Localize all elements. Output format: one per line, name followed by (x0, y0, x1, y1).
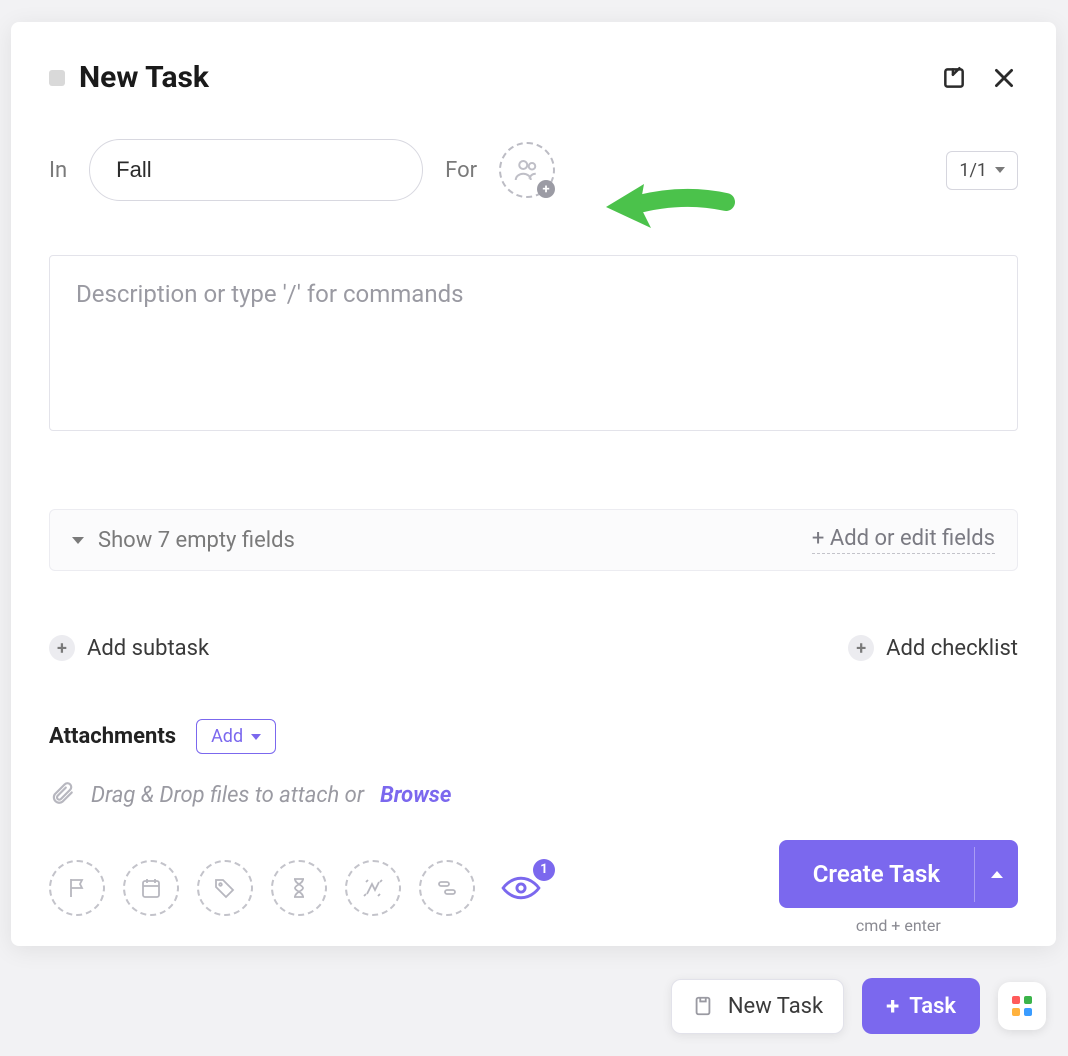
keyboard-hint: cmd + enter (856, 916, 941, 935)
attachment-dropzone[interactable]: Drag & Drop files to attach or Browse (49, 780, 1018, 810)
create-task-dropdown[interactable] (974, 847, 1018, 902)
create-task-wrapper: Create Task cmd + enter (779, 840, 1018, 935)
custom-fields-bar: Show 7 empty fields + Add or edit fields (49, 509, 1018, 571)
in-label: In (49, 158, 67, 183)
task-count-dropdown[interactable]: 1/1 (946, 151, 1018, 190)
attachments-header: Attachments Add (49, 719, 1018, 754)
minimized-task-label: New Task (728, 994, 823, 1019)
app-grid-icon (1012, 996, 1032, 1016)
tags-icon[interactable] (197, 860, 253, 916)
task-options-row: 1 (49, 860, 549, 916)
description-input[interactable] (49, 255, 1018, 431)
task-count-value: 1/1 (959, 160, 987, 181)
new-task-modal: New Task In For + 1/1 Show 7 emp (11, 22, 1056, 946)
task-icon (692, 995, 714, 1017)
plus-icon: + (49, 635, 75, 661)
sprint-points-icon[interactable] (345, 860, 401, 916)
subtask-checklist-row: + Add subtask + Add checklist (49, 635, 1018, 661)
chevron-up-icon (991, 871, 1003, 878)
dropzone-text: Drag & Drop files to attach or (91, 783, 364, 808)
chevron-down-icon (72, 537, 84, 544)
quick-task-button[interactable]: + Task (862, 978, 980, 1034)
header-actions (940, 64, 1018, 92)
show-fields-label: Show 7 empty fields (98, 528, 295, 553)
attachments-title: Attachments (49, 724, 176, 749)
priority-flag-icon[interactable] (49, 860, 105, 916)
minimized-new-task-tab[interactable]: New Task (671, 979, 844, 1034)
floating-bottom-bar: New Task + Task (671, 978, 1046, 1034)
add-attachment-button[interactable]: Add (196, 719, 276, 754)
dependencies-icon[interactable] (419, 860, 475, 916)
modal-footer: 1 Create Task cmd + enter (49, 840, 1018, 935)
quick-task-label: Task (909, 994, 956, 1019)
task-status-indicator[interactable] (49, 70, 65, 86)
close-icon[interactable] (990, 64, 1018, 92)
create-task-button[interactable]: Create Task (779, 840, 1018, 908)
browse-link[interactable]: Browse (380, 783, 451, 808)
modal-header: New Task (49, 60, 1018, 95)
for-label: For (445, 158, 477, 183)
add-assignee-plus-icon: + (537, 180, 555, 198)
chevron-down-icon (251, 734, 261, 740)
list-location-input[interactable] (89, 139, 423, 201)
add-attachment-label: Add (211, 726, 243, 747)
time-estimate-icon[interactable] (271, 860, 327, 916)
toggle-empty-fields[interactable]: Show 7 empty fields (72, 528, 295, 553)
due-date-icon[interactable] (123, 860, 179, 916)
create-task-label: Create Task (779, 840, 974, 908)
add-checklist-button[interactable]: + Add checklist (848, 635, 1018, 661)
location-assignee-row: In For + 1/1 (49, 139, 1018, 201)
assignee-picker[interactable]: + (499, 142, 555, 198)
add-subtask-label: Add subtask (87, 636, 209, 661)
expand-icon[interactable] (940, 64, 968, 92)
app-grid-button[interactable] (998, 982, 1046, 1030)
add-edit-fields-link[interactable]: + Add or edit fields (812, 526, 995, 554)
plus-icon: + (886, 992, 899, 1020)
watchers-button[interactable]: 1 (493, 871, 549, 905)
watchers-count-badge: 1 (533, 859, 555, 881)
plus-icon: + (848, 635, 874, 661)
chevron-down-icon (995, 167, 1005, 173)
modal-title: New Task (79, 60, 926, 95)
add-subtask-button[interactable]: + Add subtask (49, 635, 209, 661)
paperclip-icon (49, 780, 75, 810)
add-checklist-label: Add checklist (886, 636, 1018, 661)
